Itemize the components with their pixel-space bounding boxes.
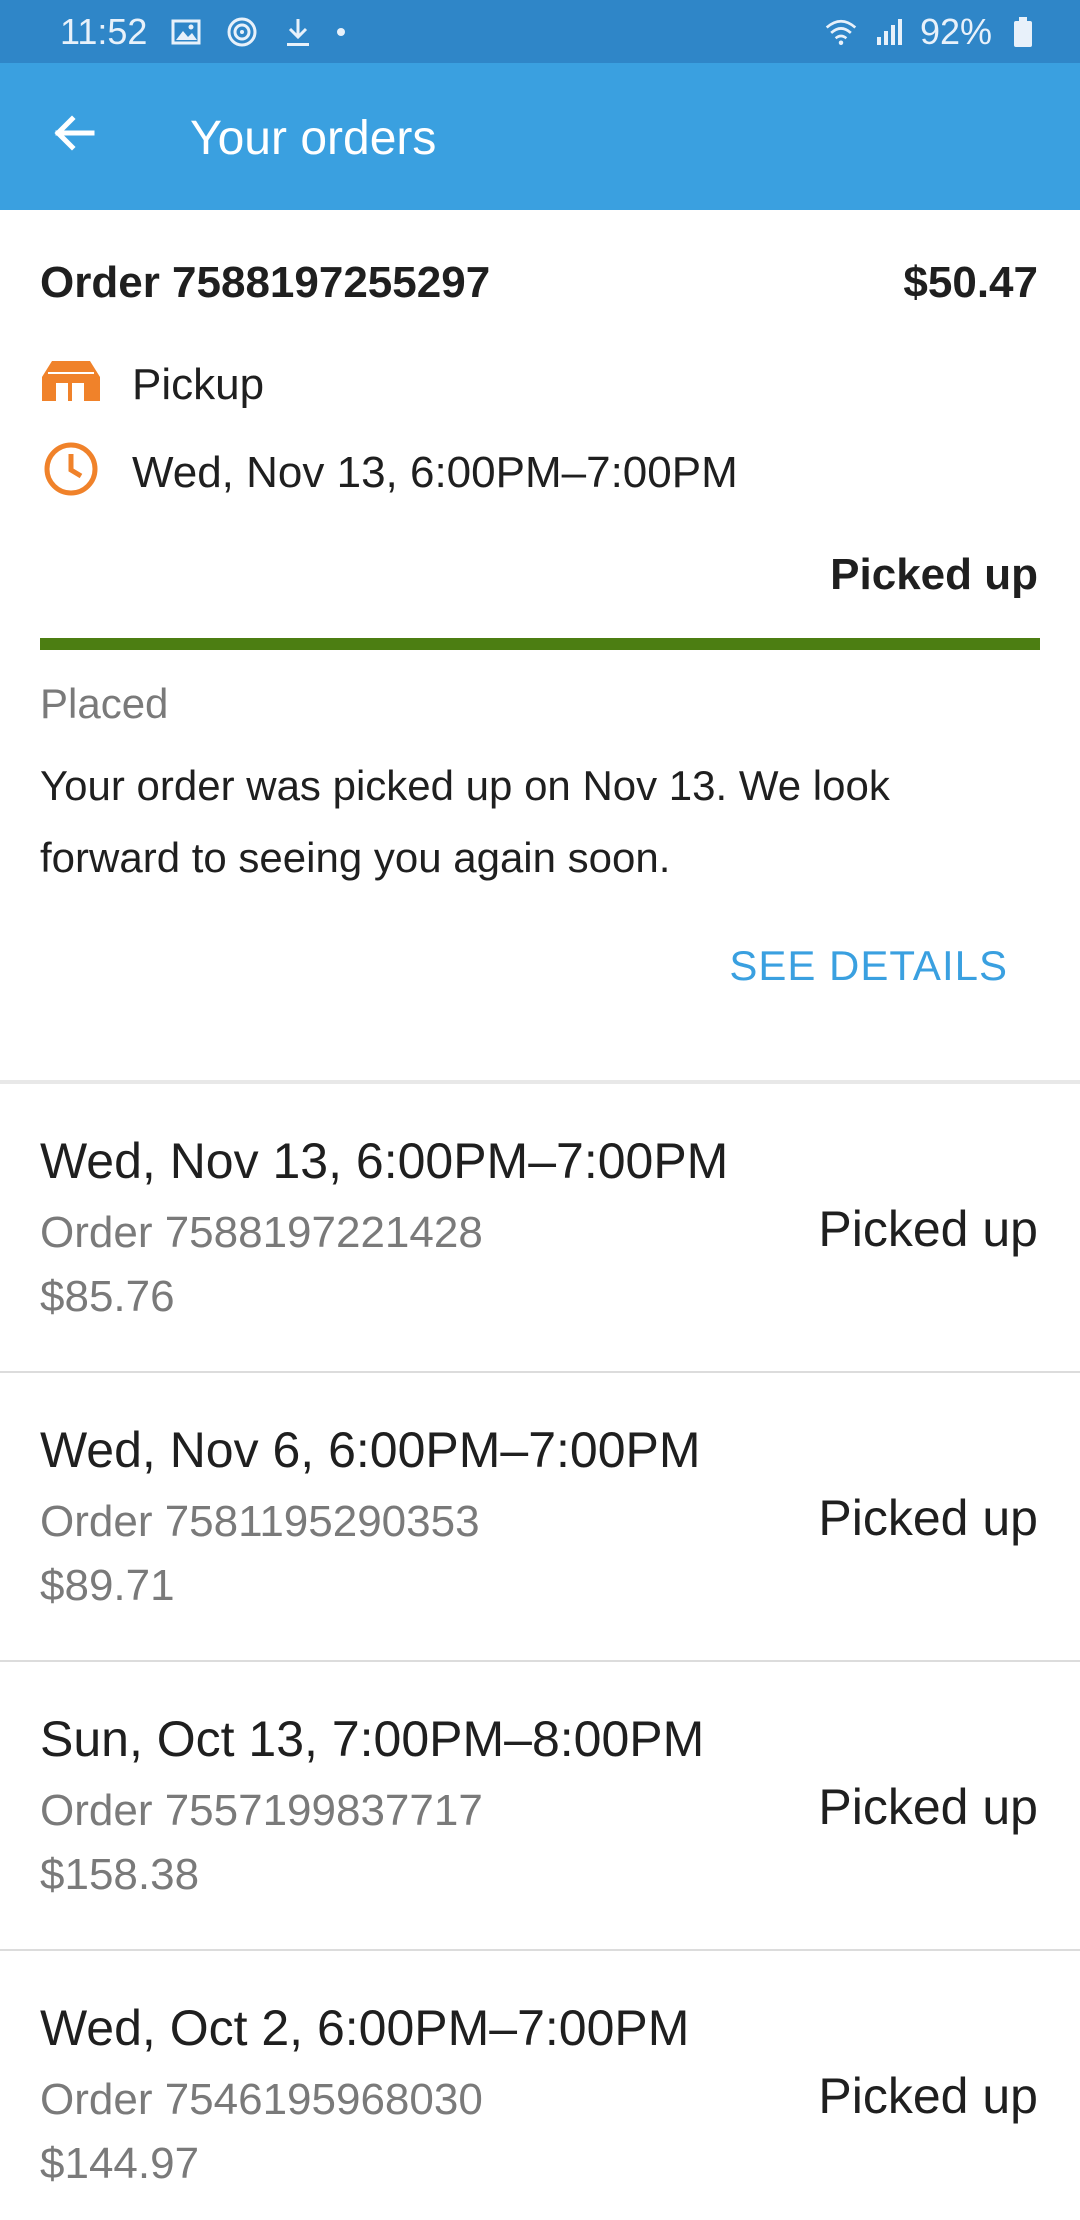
- wifi-icon: [824, 15, 858, 49]
- signal-icon: [872, 15, 906, 49]
- app-bar: Your orders: [0, 63, 1080, 210]
- order-status: Picked up: [818, 1779, 1038, 1835]
- order-list-item[interactable]: Sun, Oct 13, 7:00PM–8:00PM Order 7557199…: [0, 1662, 1080, 1951]
- orders-list: Wed, Nov 13, 6:00PM–7:00PM Order 7588197…: [0, 1084, 1080, 2220]
- pickup-time-window: Wed, Nov 13, 6:00PM–7:00PM: [132, 448, 738, 497]
- order-list-item[interactable]: Wed, Nov 13, 6:00PM–7:00PM Order 7588197…: [0, 1084, 1080, 1373]
- current-order-card: Order 7588197255297 $50.47 Pickup Wed, N…: [0, 210, 1080, 1080]
- order-list-item[interactable]: Wed, Oct 2, 6:00PM–7:00PM Order 75461959…: [0, 1951, 1080, 2220]
- order-number: Order 7546195968030: [40, 2075, 483, 2124]
- see-details-button[interactable]: SEE DETAILS: [729, 942, 1008, 990]
- order-time-window: Wed, Nov 6, 6:00PM–7:00PM: [40, 1422, 701, 1478]
- order-number: Order 7588197255297: [40, 258, 491, 307]
- store-icon: [40, 350, 102, 412]
- order-total: $85.76: [40, 1272, 175, 1321]
- order-status: Picked up: [830, 550, 1038, 599]
- arrow-left-icon: [50, 109, 98, 162]
- order-total: $144.97: [40, 2139, 200, 2188]
- order-time-window: Wed, Oct 2, 6:00PM–7:00PM: [40, 2000, 690, 2056]
- back-button[interactable]: [42, 103, 106, 167]
- order-progress-fill: [40, 638, 1040, 650]
- order-status: Picked up: [818, 2068, 1038, 2124]
- order-list-item[interactable]: Wed, Nov 6, 6:00PM–7:00PM Order 75811952…: [0, 1373, 1080, 1662]
- order-number: Order 7557199837717: [40, 1786, 483, 1835]
- clock-icon: [40, 438, 102, 500]
- order-status: Picked up: [818, 1201, 1038, 1257]
- order-time-window: Sun, Oct 13, 7:00PM–8:00PM: [40, 1711, 705, 1767]
- order-number: Order 7581195290353: [40, 1497, 480, 1546]
- order-message: Your order was picked up on Nov 13. We l…: [40, 762, 890, 881]
- status-bar-left: 11:52: [60, 10, 346, 53]
- status-bar-right: 92%: [824, 11, 1040, 53]
- fulfillment-method: Pickup: [132, 360, 265, 409]
- progress-step-label: Placed: [40, 680, 169, 727]
- order-total: $89.71: [40, 1561, 175, 1610]
- notification-dot-icon: [337, 27, 346, 36]
- battery-icon: [1006, 15, 1040, 49]
- status-time: 11:52: [60, 10, 148, 52]
- nfc-icon: [225, 15, 259, 49]
- battery-percent: 92%: [919, 10, 992, 52]
- order-time-window: Wed, Nov 13, 6:00PM–7:00PM: [40, 1133, 729, 1189]
- download-icon: [281, 15, 315, 49]
- order-progress-bar: [40, 638, 1040, 650]
- order-status: Picked up: [818, 1490, 1038, 1546]
- image-icon: [169, 15, 203, 49]
- order-total: $158.38: [40, 1850, 200, 1899]
- order-number: Order 7588197221428: [40, 1208, 483, 1257]
- page-title: Your orders: [190, 112, 437, 165]
- order-total: $50.47: [903, 258, 1038, 307]
- status-bar: 11:52 92%: [0, 0, 1080, 63]
